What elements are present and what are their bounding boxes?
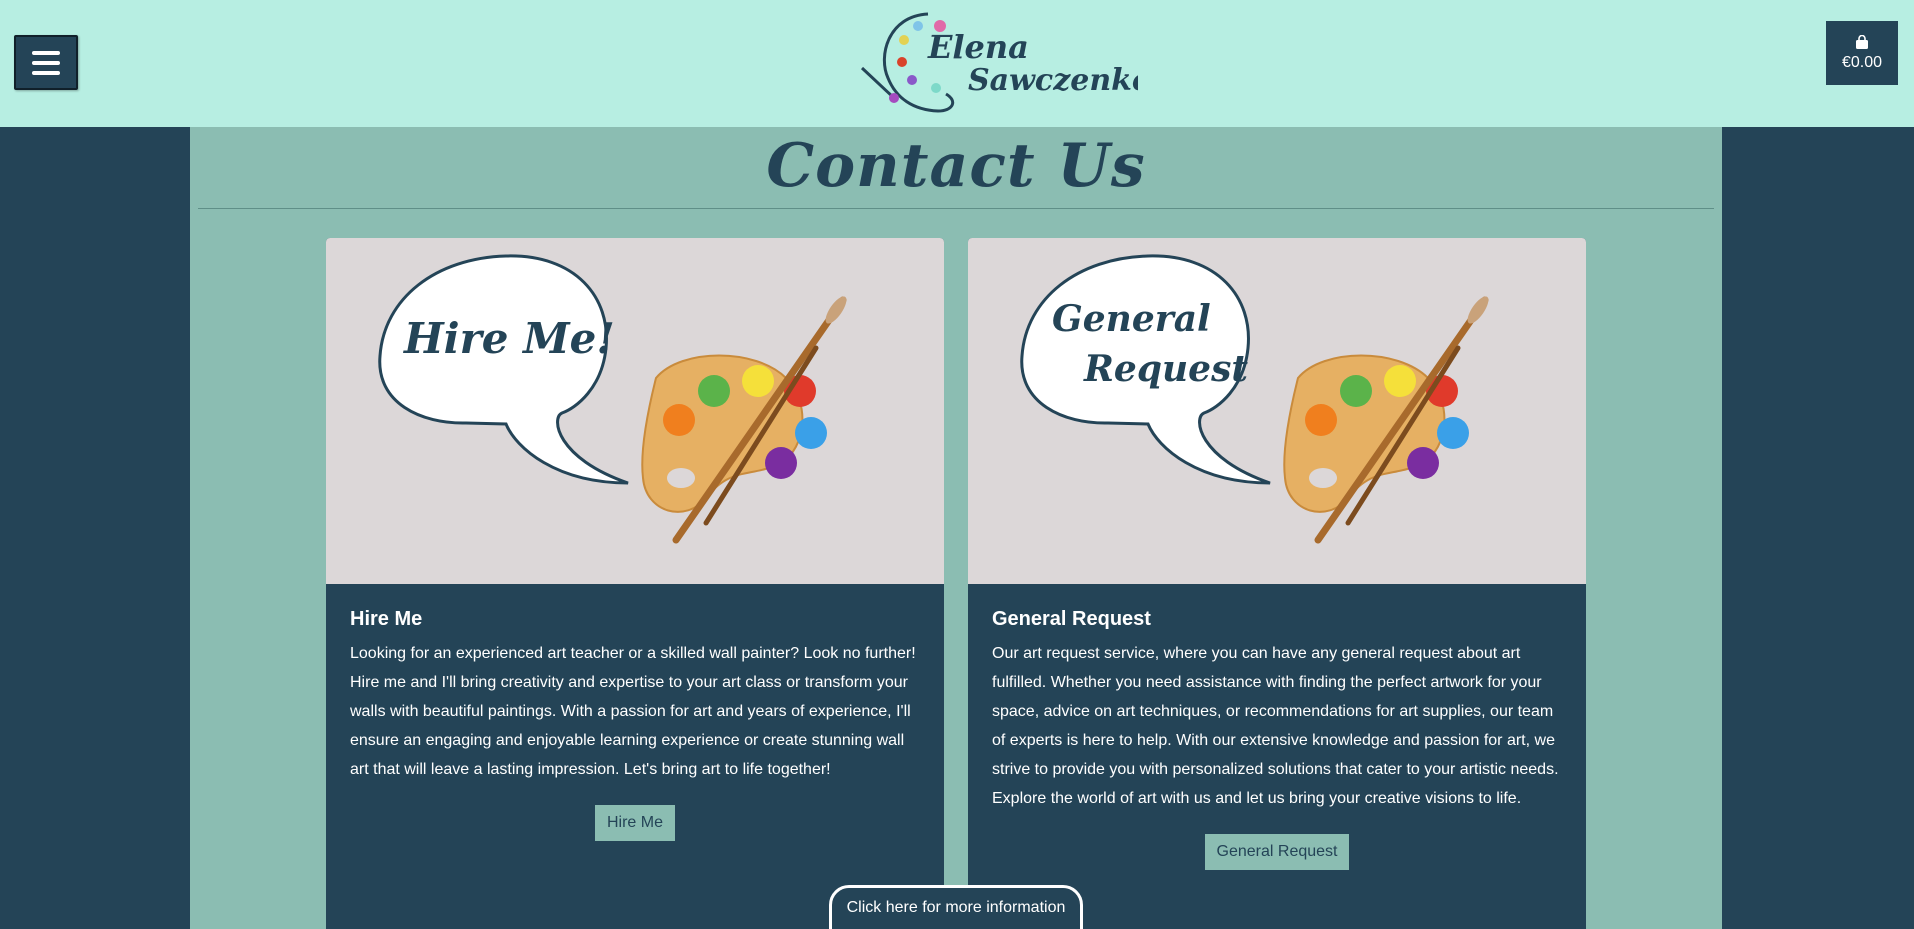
- palette-logo-icon: Elena Sawczenko: [860, 12, 1152, 113]
- general-request-button[interactable]: General Request: [1204, 834, 1350, 870]
- site-header: Elena Sawczenko €0.00: [0, 0, 1914, 127]
- hire-me-title: Hire Me: [350, 608, 423, 630]
- speech-bubble-icon: General Request: [1020, 254, 1271, 485]
- general-request-text: Our art request service, where you can h…: [992, 645, 1559, 807]
- bubble-caption-line1: General: [1052, 298, 1211, 340]
- site-logo[interactable]: Elena Sawczenko: [858, 6, 1152, 118]
- speech-bubble-icon: Hire Me!: [378, 254, 629, 485]
- cart-total: €0.00: [1841, 53, 1883, 71]
- hire-me-image: Hire Me!: [326, 238, 944, 584]
- hire-me-card: Hire Me! Hire Me Looking for an experien…: [326, 238, 944, 929]
- title-divider: [198, 208, 1714, 209]
- more-info-tab[interactable]: Click here for more information: [829, 885, 1083, 929]
- logo-line1: Elena: [927, 28, 1029, 66]
- general-request-title: General Request: [992, 608, 1151, 630]
- hire-me-button[interactable]: Hire Me: [594, 805, 675, 841]
- cart-button[interactable]: €0.00: [1826, 21, 1898, 85]
- hamburger-menu-icon[interactable]: [14, 35, 78, 90]
- paint-palette-icon: [1283, 296, 1489, 544]
- general-request-image: General Request: [968, 238, 1586, 584]
- main-content: Contact Us Hire Me! Hire Me Looking for …: [190, 127, 1722, 929]
- page-title: Contact Us: [766, 131, 1146, 201]
- general-request-card: General Request General Request Our art …: [968, 238, 1586, 929]
- hire-me-text: Looking for an experienced art teacher o…: [350, 645, 916, 778]
- bubble-caption-line2: Request: [1083, 348, 1248, 390]
- paint-palette-icon: [641, 296, 847, 544]
- shopping-bag-icon: [1856, 34, 1868, 49]
- logo-line2: Sawczenko: [968, 63, 1138, 98]
- bubble-caption: Hire Me!: [403, 314, 615, 363]
